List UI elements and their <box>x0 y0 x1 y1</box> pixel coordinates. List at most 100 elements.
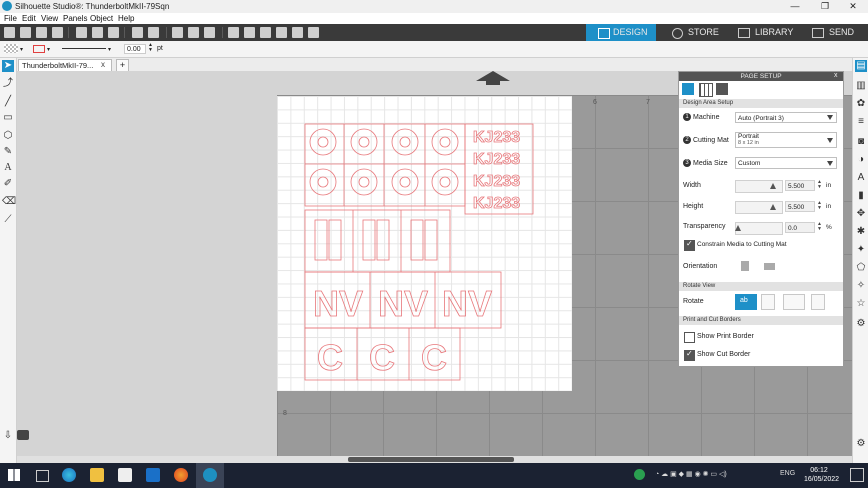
send-panel-icon[interactable]: ▥ <box>855 80 867 92</box>
trace-panel-icon[interactable]: ✧ <box>855 280 867 292</box>
machine-dropdown[interactable]: Auto (Portrait 3) <box>735 112 837 123</box>
slider-handle[interactable] <box>770 183 776 189</box>
nv-letters[interactable]: NV <box>313 283 364 325</box>
height-input[interactable]: 5.500 <box>785 201 815 212</box>
line-style-icon[interactable] <box>62 48 106 49</box>
star-panel-icon[interactable]: ☆ <box>855 298 867 310</box>
freehand-pencil-icon[interactable]: ✎ <box>2 146 14 158</box>
line-tool-icon[interactable]: ╱ <box>2 96 14 108</box>
notifications-icon[interactable] <box>850 468 864 482</box>
page-setup-icon[interactable]: ▤ <box>855 60 867 72</box>
redo-icon[interactable] <box>148 27 159 38</box>
nv-letters[interactable]: NV <box>378 283 429 325</box>
layers-panel-icon[interactable]: ◙ <box>855 136 867 148</box>
width-input[interactable]: 5.500 <box>785 180 815 191</box>
fit-to-page-icon[interactable] <box>276 27 287 38</box>
horizontal-scroll-thumb[interactable] <box>348 457 514 462</box>
taskbar-clock[interactable]: 06:12 16/05/2022 <box>804 466 839 484</box>
registration-text[interactable]: KJ233 <box>473 173 521 191</box>
fill-color-icon[interactable] <box>4 44 18 53</box>
rotate-0-button[interactable]: ab <box>735 294 757 310</box>
settings-gear-icon[interactable]: ⚙ <box>855 438 867 450</box>
transform-panel-icon[interactable]: ✥ <box>855 208 867 220</box>
registration-text[interactable]: KJ233 <box>473 151 521 169</box>
page-setup-tab-icon[interactable] <box>682 83 694 95</box>
rectangle-tool-icon[interactable]: ▭ <box>2 112 14 124</box>
group-icon[interactable] <box>172 27 183 38</box>
silhouette-studio-icon[interactable] <box>203 468 217 482</box>
menu-object[interactable]: Object <box>90 14 113 23</box>
tray-icons[interactable]: ◔ ☁ ▣ ◆ ▦ ◉ ✺ ▭ ◁) <box>655 470 727 478</box>
rotate-180-button[interactable] <box>783 294 805 310</box>
close-window-button[interactable]: ✕ <box>838 0 868 13</box>
modify-panel-icon[interactable]: ✦ <box>855 244 867 256</box>
cutting-mat-dropdown[interactable]: Portrait 8 x 12 in <box>735 132 837 148</box>
width-slider[interactable] <box>735 180 783 193</box>
minimize-button[interactable]: — <box>780 0 810 13</box>
line-color-dropdown-icon[interactable]: ▾ <box>47 46 50 53</box>
offset-panel-icon[interactable]: ⬠ <box>855 262 867 274</box>
pan-hand-icon[interactable] <box>292 27 303 38</box>
height-slider[interactable] <box>735 201 783 214</box>
grid-tab-icon[interactable] <box>699 83 713 97</box>
tab-library[interactable]: LIBRARY <box>738 24 798 41</box>
language-indicator[interactable]: ENG <box>780 470 795 477</box>
menu-help[interactable]: Help <box>118 14 134 23</box>
tab-store[interactable]: STORE <box>672 24 732 41</box>
rotate-90-button[interactable] <box>761 294 775 310</box>
select-arrow-icon[interactable]: ➤ <box>2 60 14 72</box>
windows-start-icon[interactable] <box>8 469 20 481</box>
tab-send[interactable]: SEND <box>812 24 862 41</box>
line-style-panel-icon[interactable]: ≡ <box>855 116 867 128</box>
show-print-border-checkbox[interactable] <box>684 332 695 343</box>
deselect-icon[interactable] <box>204 27 215 38</box>
width-stepper[interactable]: ▲ ▼ <box>817 180 823 191</box>
show-cut-border-checkbox[interactable] <box>684 349 695 361</box>
polygon-tool-icon[interactable]: ⬡ <box>2 130 14 142</box>
cut-icon[interactable] <box>76 27 87 38</box>
fill-color-panel-icon[interactable]: ✿ <box>855 98 867 110</box>
add-page-icon[interactable] <box>308 27 319 38</box>
paste-icon[interactable] <box>108 27 119 38</box>
transparency-stepper[interactable]: ▲ ▼ <box>817 222 823 233</box>
media-size-dropdown[interactable]: Custom <box>735 157 837 169</box>
undo-icon[interactable] <box>132 27 143 38</box>
edge-browser-icon[interactable] <box>62 468 76 482</box>
task-view-icon[interactable] <box>36 470 49 482</box>
zoom-in-icon[interactable] <box>228 27 239 38</box>
menu-panels[interactable]: Panels <box>63 14 87 23</box>
menu-edit[interactable]: Edit <box>22 14 36 23</box>
library-drawer-icon[interactable] <box>17 430 29 440</box>
transparency-input[interactable]: 0.0 <box>785 222 815 233</box>
outlook-icon[interactable] <box>146 468 160 482</box>
line-width-input[interactable]: 0.00 <box>124 44 146 54</box>
fill-dropdown-icon[interactable]: ▾ <box>20 46 23 53</box>
align-panel-icon[interactable]: ▮ <box>855 190 867 202</box>
c-letter[interactable]: C <box>317 337 344 379</box>
brush-tool-icon[interactable]: ✐ <box>2 178 14 190</box>
knife-tool-icon[interactable]: ⟋ <box>2 214 14 226</box>
c-letter[interactable]: C <box>421 337 448 379</box>
transparency-slider[interactable] <box>735 222 783 235</box>
registration-tab-icon[interactable] <box>716 83 728 95</box>
menu-file[interactable]: File <box>4 14 17 23</box>
firefox-icon[interactable] <box>174 468 188 482</box>
print-icon[interactable] <box>52 27 63 38</box>
landscape-orientation-icon[interactable] <box>764 263 775 270</box>
text-tool-icon[interactable]: A <box>2 162 14 174</box>
menu-view[interactable]: View <box>41 14 58 23</box>
line-width-stepper[interactable]: ▲ ▼ <box>148 43 153 53</box>
opacity-panel-icon[interactable]: ◑ <box>855 154 867 166</box>
store-app-icon[interactable] <box>118 468 132 482</box>
line-style-dropdown-icon[interactable]: ▾ <box>108 46 111 53</box>
tray-app-icon[interactable] <box>634 469 645 480</box>
height-stepper[interactable]: ▲ ▼ <box>817 201 823 212</box>
file-explorer-icon[interactable] <box>90 468 104 482</box>
import-icon[interactable]: ⇩ <box>2 430 14 442</box>
gear-icon[interactable]: ⚙ <box>855 318 867 330</box>
rotate-270-button[interactable] <box>811 294 825 310</box>
registration-text[interactable]: KJ233 <box>473 195 521 213</box>
c-letter[interactable]: C <box>369 337 396 379</box>
new-file-icon[interactable] <box>4 27 15 38</box>
select-all-icon[interactable] <box>188 27 199 38</box>
